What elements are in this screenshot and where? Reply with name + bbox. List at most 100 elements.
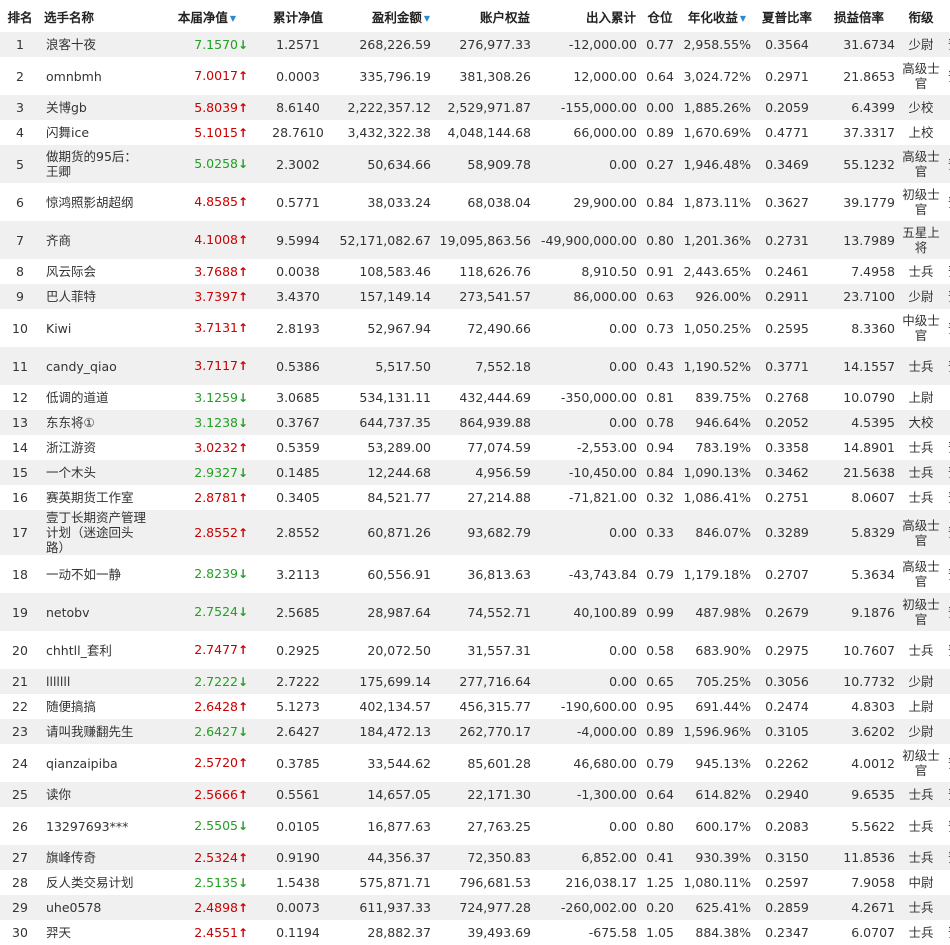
table-row[interactable]: 11 candy_qiao 3.7117↑ 0.5386 5,517.50 7,552.1…: [0, 347, 950, 385]
player-name[interactable]: 风云际会: [40, 259, 152, 284]
table-row[interactable]: 20 chhtll_套利 2.7477↑ 0.2925 20,072.50 31,557.…: [0, 631, 950, 669]
table-row[interactable]: 21 lllllll 2.7222↓ 2.7222 175,699.14 277,716.…: [0, 669, 950, 694]
equity-cell: 77,074.59: [434, 435, 534, 460]
table-row[interactable]: 3 关博gb 5.8039↑ 8.6140 2,222,357.12 2,529,971.…: [0, 95, 950, 120]
player-name[interactable]: 请叫我赚翻先生: [40, 719, 152, 744]
cumulative-nav-cell: 2.6427: [262, 719, 334, 744]
player-name[interactable]: 13297693***: [40, 807, 152, 845]
cumulative-nav-cell: 1.2571: [262, 32, 334, 57]
current-nav-value: 3.7131: [194, 320, 238, 335]
table-row[interactable]: 6 惊鸿照影胡超纲 4.8585↑ 0.5771 38,033.24 68,038.04 2…: [0, 183, 950, 221]
header-inout[interactable]: 出入累计: [534, 0, 640, 32]
player-name[interactable]: 做期货的95后：王卿: [40, 145, 152, 183]
header-sharpe[interactable]: 夏普比率: [754, 0, 820, 32]
header-cumulative-nav[interactable]: 累计净值: [262, 0, 334, 32]
table-row[interactable]: 2 omnbmh 7.0017↑ 0.0003 335,796.19 381,308.26…: [0, 57, 950, 95]
table-row[interactable]: 30 羿天 2.4551↑ 0.1194 28,882.37 39,493.69 -675.…: [0, 920, 950, 945]
player-name[interactable]: 一个木头: [40, 460, 152, 485]
table-row[interactable]: 19 netobv 2.7524↓ 2.5685 28,987.64 74,552.71 4…: [0, 593, 950, 631]
table-row[interactable]: 22 随便搞搞 2.6428↑ 5.1273 402,134.57 456,315.77-…: [0, 694, 950, 719]
header-rank[interactable]: 排名: [0, 0, 40, 32]
header-rank-title[interactable]: 衔级: [898, 0, 944, 32]
table-row[interactable]: 29 uhe0578 2.4898↑ 0.0073 611,937.33 724,977.…: [0, 895, 950, 920]
player-name[interactable]: 关博gb: [40, 95, 152, 120]
table-row[interactable]: 17 壹丁长期资产管理计划（迷途回头路） 2.8552↑ 2.8552 60,871.2…: [0, 510, 950, 555]
header-profit[interactable]: 盈利金额 ▼: [334, 0, 434, 32]
profit-cell: 52,171,082.67: [334, 221, 434, 259]
current-nav-cell: 2.7477↑: [152, 631, 262, 669]
table-row[interactable]: 10 Kiwi 3.7131↑ 2.8193 52,967.94 72,490.66 0.0…: [0, 309, 950, 347]
player-name[interactable]: 壹丁长期资产管理计划（迷途回头路）: [40, 510, 152, 555]
table-row[interactable]: 24 qianzaipiba 2.5720↑ 0.3785 33,544.62 85,60…: [0, 744, 950, 782]
sharpe-cell: 0.2940: [754, 782, 820, 807]
player-name[interactable]: 浙江游资: [40, 435, 152, 460]
rank-title-cell: 士兵: [898, 485, 944, 510]
equity-cell: 27,214.88: [434, 485, 534, 510]
table-row[interactable]: 8 风云际会 3.7688↑ 0.0038 108,583.46 118,626.76 8,…: [0, 259, 950, 284]
rank-title-cell: 中尉: [898, 870, 944, 895]
table-row[interactable]: 25 读你 2.5666↑ 0.5561 14,657.05 22,171.30 -1,30…: [0, 782, 950, 807]
table-row[interactable]: 18 一动不如一静 2.8239↓ 3.2113 60,556.91 36,813.63-…: [0, 555, 950, 593]
player-name[interactable]: 随便搞搞: [40, 694, 152, 719]
player-name[interactable]: 赛英期货工作室: [40, 485, 152, 510]
rank-title-cell: 上尉: [898, 385, 944, 410]
player-name[interactable]: 旗峰传奇: [40, 845, 152, 870]
branch-cell: 预备役: [944, 57, 950, 95]
player-name[interactable]: qianzaipiba: [40, 744, 152, 782]
header-branch[interactable]: 军种: [944, 0, 950, 32]
player-name[interactable]: uhe0578: [40, 895, 152, 920]
rank-cell: 20: [0, 631, 40, 669]
player-name[interactable]: 低调的道道: [40, 385, 152, 410]
header-position[interactable]: 仓位: [640, 0, 680, 32]
player-name[interactable]: 东东将①: [40, 410, 152, 435]
player-name[interactable]: candy_qiao: [40, 347, 152, 385]
sort-caret-icon[interactable]: ▼: [230, 14, 236, 23]
sort-caret-icon[interactable]: ▼: [740, 14, 746, 23]
table-row[interactable]: 1 浪客十夜 7.1570↓ 1.2571 268,226.59 276,977.33 -1…: [0, 32, 950, 57]
player-name[interactable]: 一动不如一静: [40, 555, 152, 593]
header-annual[interactable]: 年化收益 ▼: [680, 0, 754, 32]
sort-caret-icon[interactable]: ▼: [424, 14, 430, 23]
table-row[interactable]: 28 反人类交易计划 2.5135↓ 1.5438 575,871.71 796,681.…: [0, 870, 950, 895]
table-row[interactable]: 23 请叫我赚翻先生 2.6427↓ 2.6427 184,472.13 262,770.…: [0, 719, 950, 744]
table-row[interactable]: 27 旗峰传奇 2.5324↑ 0.9190 44,356.37 72,350.83 6,8…: [0, 845, 950, 870]
table-row[interactable]: 26 13297693*** 2.5505↓ 0.0105 16,877.63 27,76…: [0, 807, 950, 845]
player-name[interactable]: netobv: [40, 593, 152, 631]
player-name[interactable]: 读你: [40, 782, 152, 807]
player-name[interactable]: 浪客十夜: [40, 32, 152, 57]
equity-cell: 31,557.31: [434, 631, 534, 669]
table-row[interactable]: 7 齐商 4.1008↑ 9.5994 52,171,082.67 19,095,863.…: [0, 221, 950, 259]
table-row[interactable]: 9 巴人菲特 3.7397↑ 3.4370 157,149.14 273,541.57 86…: [0, 284, 950, 309]
table-row[interactable]: 15 一个木头 2.9327↓ 0.1485 12,244.68 4,956.59 -10,…: [0, 460, 950, 485]
table-row[interactable]: 4 闪舞ice 5.1015↑ 28.7610 3,432,322.38 4,048,14…: [0, 120, 950, 145]
player-name[interactable]: 齐商: [40, 221, 152, 259]
player-name[interactable]: omnbmh: [40, 57, 152, 95]
position-cell: 0.43: [640, 347, 680, 385]
cumulative-nav-cell: 2.7222: [262, 669, 334, 694]
table-row[interactable]: 16 赛英期货工作室 2.8781↑ 0.3405 84,521.77 27,214.88…: [0, 485, 950, 510]
table-row[interactable]: 5 做期货的95后：王卿 5.0258↓ 2.3002 50,634.66 58,909.…: [0, 145, 950, 183]
rank-cell: 9: [0, 284, 40, 309]
branch-cell: 预备役: [944, 145, 950, 183]
header-current-nav[interactable]: 本届净值 ▼: [152, 0, 262, 32]
branch-cell: 预备役: [944, 435, 950, 460]
player-name[interactable]: 反人类交易计划: [40, 870, 152, 895]
player-name[interactable]: 惊鸿照影胡超纲: [40, 183, 152, 221]
header-cumulative-nav-label: 累计净值: [272, 9, 323, 25]
player-name[interactable]: 闪舞ice: [40, 120, 152, 145]
player-name[interactable]: 巴人菲特: [40, 284, 152, 309]
arrow-down-icon: ↓: [238, 465, 249, 480]
player-name[interactable]: 羿天: [40, 920, 152, 945]
player-name[interactable]: Kiwi: [40, 309, 152, 347]
table-row[interactable]: 14 浙江游资 3.0232↑ 0.5359 53,289.00 77,074.59 -2,…: [0, 435, 950, 460]
table-row[interactable]: 13 东东将① 3.1238↓ 0.3767 644,737.35 864,939.88 0…: [0, 410, 950, 435]
sharpe-cell: 0.2975: [754, 631, 820, 669]
header-pl-ratio[interactable]: 损益倍率: [820, 0, 898, 32]
player-name[interactable]: lllllll: [40, 669, 152, 694]
rank-cell: 10: [0, 309, 40, 347]
player-name[interactable]: chhtll_套利: [40, 631, 152, 669]
header-equity[interactable]: 账户权益: [434, 0, 534, 32]
header-name[interactable]: 选手名称: [40, 0, 152, 32]
table-row[interactable]: 12 低调的道道 3.1259↓ 3.0685 534,131.11 432,444.69…: [0, 385, 950, 410]
current-nav-cell: 2.8781↑: [152, 485, 262, 510]
